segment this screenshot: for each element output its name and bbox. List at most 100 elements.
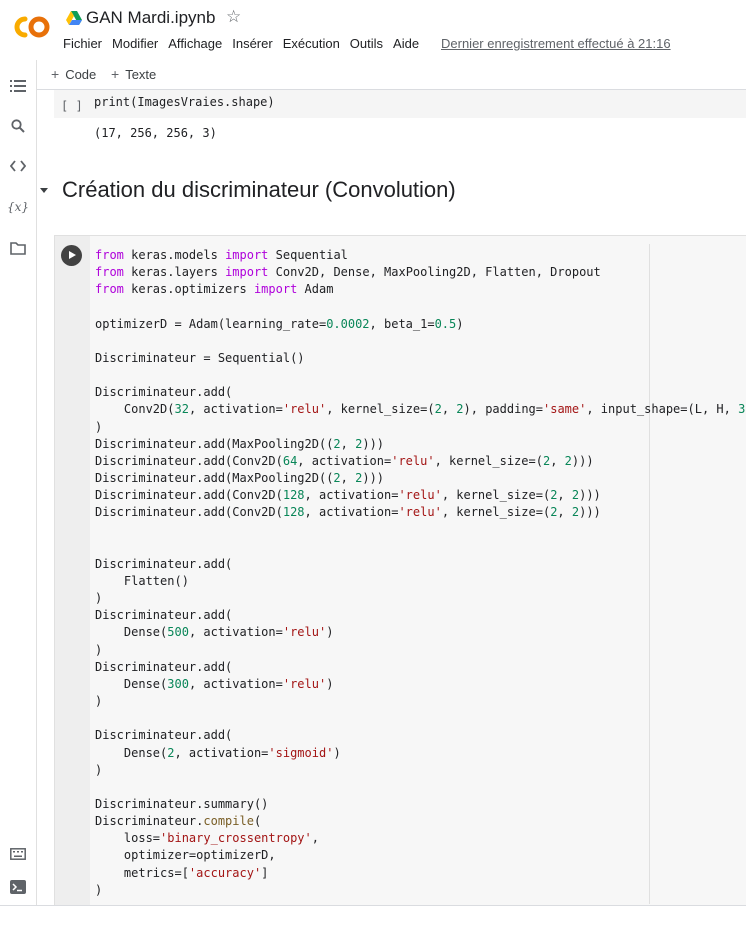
code-line: loss='binary_crossentropy', xyxy=(95,830,746,847)
code-line: metrics=['accuracy'] xyxy=(95,865,746,882)
code-cell[interactable]: from keras.models import Sequential from … xyxy=(54,235,746,905)
code-token: 'relu' xyxy=(282,625,327,640)
code-line: Discriminateur.add( xyxy=(95,384,746,401)
code-token: , xyxy=(557,505,572,520)
code-token: Sequential xyxy=(268,248,348,262)
code-token: ) xyxy=(95,882,103,897)
code-line: Dense(2, activation='sigmoid') xyxy=(95,745,746,762)
plus-icon: + xyxy=(111,66,120,82)
code-token: compile xyxy=(203,814,254,829)
code-line: optimizer=optimizerD, xyxy=(95,847,746,864)
code-token: optimizer=optimizerD, xyxy=(95,848,276,863)
code-token: Dense( xyxy=(95,745,168,760)
code-line: from keras.layers import Conv2D, Dense, … xyxy=(95,264,746,281)
previous-cell-code[interactable]: print(ImagesVraies.shape) xyxy=(94,95,275,110)
code-token: , activation= xyxy=(304,488,399,503)
code-line: from keras.models import Sequential xyxy=(95,247,746,264)
code-token: , beta_1= xyxy=(369,316,435,331)
code-token: 'relu' xyxy=(398,488,442,503)
code-token: metrics=[ xyxy=(95,865,189,880)
code-token: import xyxy=(253,282,298,297)
files-icon[interactable] xyxy=(8,238,28,258)
code-token: ) xyxy=(326,676,334,691)
code-token: 2 xyxy=(333,436,341,451)
code-token: 'binary_crossentropy' xyxy=(160,831,312,846)
code-token: ))) xyxy=(579,488,601,503)
google-drive-icon[interactable] xyxy=(66,11,82,25)
code-token: ) xyxy=(95,642,103,657)
left-sidebar: {x} xyxy=(0,60,37,905)
code-line: ) xyxy=(95,882,746,899)
code-line: ) xyxy=(95,419,746,436)
code-token: 2 xyxy=(333,471,341,486)
code-token: Discriminateur.add( xyxy=(95,556,233,571)
add-code-button[interactable]: + Code xyxy=(51,66,96,82)
code-token: 'sigmoid' xyxy=(268,745,334,760)
menu-file[interactable]: Fichier xyxy=(63,36,102,52)
code-token: , activation= xyxy=(188,676,283,691)
code-token: , activation= xyxy=(188,402,283,417)
code-token: , xyxy=(550,453,565,468)
run-cell-button[interactable] xyxy=(61,245,82,266)
collapse-caret-icon[interactable] xyxy=(38,184,50,196)
section-title: Création du discriminateur (Convolution) xyxy=(62,177,456,202)
code-token: , xyxy=(311,831,319,846)
code-token: Discriminateur.add(MaxPooling2D(( xyxy=(95,436,334,451)
code-token: from xyxy=(95,265,124,280)
cell-run-bracket[interactable]: [ ] xyxy=(61,99,83,113)
code-token: , xyxy=(557,488,572,503)
terminal-icon[interactable] xyxy=(8,877,28,897)
code-token: ) xyxy=(95,419,103,434)
menu-tools[interactable]: Outils xyxy=(350,36,383,52)
code-token: 300 xyxy=(167,676,189,691)
code-token: 'relu' xyxy=(282,402,327,417)
notebook-title[interactable]: GAN Mardi.ipynb xyxy=(86,8,215,28)
colab-logo xyxy=(14,16,50,38)
code-token: Flatten() xyxy=(95,573,189,588)
code-token: , kernel_size=( xyxy=(441,505,551,520)
bottom-divider xyxy=(0,905,746,906)
toolbar: + Code + Texte xyxy=(37,60,746,90)
menu-runtime[interactable]: Exécution xyxy=(283,36,340,52)
code-line: Discriminateur.add(Conv2D(128, activatio… xyxy=(95,504,746,521)
star-icon[interactable]: ☆ xyxy=(226,7,241,27)
code-token: Discriminateur.add(Conv2D( xyxy=(95,453,283,468)
code-token: ( xyxy=(253,814,262,829)
add-text-button[interactable]: + Texte xyxy=(111,66,156,82)
code-token: , input_shape=(L, H, xyxy=(586,402,739,417)
code-token: , activation= xyxy=(304,505,399,520)
code-token: ))) xyxy=(362,471,385,486)
code-token: 128 xyxy=(282,488,305,503)
code-token: 128 xyxy=(282,505,305,520)
code-line: Conv2D(32, activation='relu', kernel_siz… xyxy=(95,401,746,418)
code-token: ))) xyxy=(362,436,385,451)
code-token: Discriminateur.summary() xyxy=(95,797,269,811)
code-token: Discriminateur.add( xyxy=(95,728,233,743)
code-line: Discriminateur.add(MaxPooling2D((2, 2))) xyxy=(95,470,746,487)
code-token: 0.0002 xyxy=(326,316,370,331)
code-editor[interactable]: from keras.models import Sequential from … xyxy=(95,247,746,899)
menu-help[interactable]: Aide xyxy=(393,36,419,52)
code-token: ) xyxy=(456,316,464,331)
variables-icon[interactable]: {x} xyxy=(7,197,29,217)
code-token: ), padding= xyxy=(463,402,543,417)
search-icon[interactable] xyxy=(8,116,28,136)
menu-edit[interactable]: Modifier xyxy=(112,36,158,52)
code-line: Discriminateur.add( xyxy=(95,556,746,573)
previous-cell-output: (17, 256, 256, 3) xyxy=(94,126,217,140)
code-line: Discriminateur.add(Conv2D(128, activatio… xyxy=(95,487,746,504)
code-token: 'same' xyxy=(543,402,587,417)
last-save-link[interactable]: Dernier enregistrement effectué à 21:16 xyxy=(441,36,671,52)
code-token: ) xyxy=(326,625,334,640)
code-token: 2 xyxy=(434,402,442,417)
command-palette-icon[interactable] xyxy=(8,844,28,864)
code-token: 500 xyxy=(167,625,189,640)
code-token: Dense( xyxy=(95,625,168,640)
code-snippets-icon[interactable] xyxy=(8,156,28,176)
code-token: ))) xyxy=(579,505,601,520)
menu-view[interactable]: Affichage xyxy=(168,36,222,52)
code-token: Discriminateur.add( xyxy=(95,385,233,400)
code-token: , xyxy=(441,402,457,417)
table-of-contents-icon[interactable] xyxy=(8,76,28,96)
menu-insert[interactable]: Insérer xyxy=(232,36,272,52)
